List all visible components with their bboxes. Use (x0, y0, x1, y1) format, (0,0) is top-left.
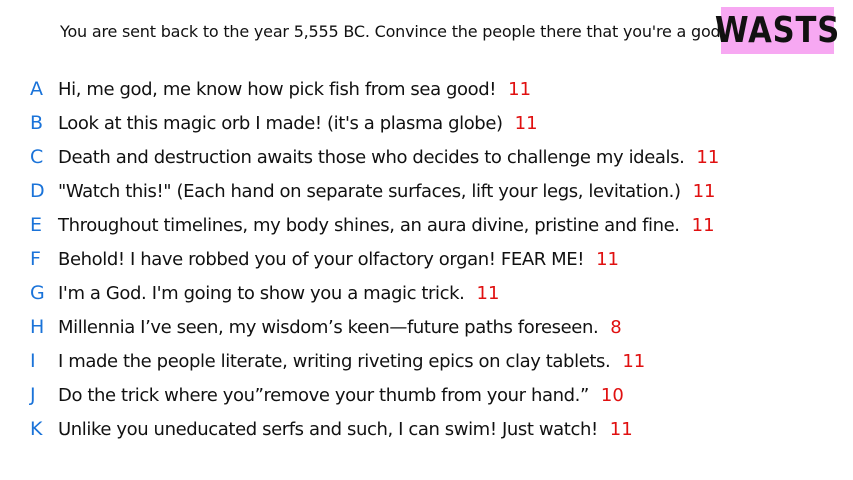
answer-letter: J (30, 384, 36, 406)
answer-row-c[interactable]: C Death and destruction awaits those who… (30, 140, 830, 174)
answer-score: 10 (600, 384, 624, 406)
answer-row-j[interactable]: J Do the trick where you”remove your thu… (30, 378, 830, 412)
answer-text: "Watch this!" (Each hand on separate sur… (58, 180, 681, 202)
answer-text: Throughout timelines, my body shines, an… (58, 214, 680, 236)
answer-letter: B (30, 112, 44, 134)
answer-letter: G (30, 282, 45, 304)
answer-text: Behold! I have robbed you of your olfact… (58, 248, 585, 270)
answer-score: 11 (514, 112, 538, 134)
answer-row-k[interactable]: K Unlike you uneducated serfs and such, … (30, 412, 830, 446)
answer-letter: A (30, 78, 43, 100)
game-screen: You are sent back to the year 5,555 BC. … (0, 0, 853, 480)
answer-row-b[interactable]: B Look at this magic orb I made! (it's a… (30, 106, 830, 140)
answer-letter: F (30, 248, 41, 270)
answer-row-e[interactable]: E Throughout timelines, my body shines, … (30, 208, 830, 242)
wasts-logo: WASTS (715, 7, 839, 54)
answer-row-d[interactable]: D "Watch this!" (Each hand on separate s… (30, 174, 830, 208)
answer-text: Millennia I’ve seen, my wisdom’s keen—fu… (58, 316, 599, 338)
answer-letter: D (30, 180, 45, 202)
answer-row-h[interactable]: H Millennia I’ve seen, my wisdom’s keen—… (30, 310, 830, 344)
answer-text: Hi, me god, me know how pick fish from s… (58, 78, 497, 100)
answer-score: 11 (609, 418, 633, 440)
prompt-text: You are sent back to the year 5,555 BC. … (60, 22, 726, 41)
answer-score: 11 (476, 282, 500, 304)
answer-score: 11 (622, 350, 646, 372)
answer-text: Do the trick where you”remove your thumb… (58, 384, 589, 406)
answer-score: 11 (596, 248, 619, 270)
answer-row-f[interactable]: F Behold! I have robbed you of your olfa… (30, 242, 830, 276)
answer-row-i[interactable]: I I made the people literate, writing ri… (30, 344, 830, 378)
answer-text: I'm a God. I'm going to show you a magic… (58, 282, 465, 304)
answer-text: I made the people literate, writing rive… (58, 350, 611, 372)
answer-score: 11 (696, 146, 720, 168)
answer-letter: I (30, 350, 36, 372)
answer-list: A Hi, me god, me know how pick fish from… (30, 72, 830, 446)
answer-letter: H (30, 316, 45, 338)
answer-text: Unlike you uneducated serfs and such, I … (58, 418, 598, 440)
answer-row-g[interactable]: G I'm a God. I'm going to show you a mag… (30, 276, 830, 310)
answer-text: Look at this magic orb I made! (it's a p… (58, 112, 503, 134)
answer-score: 11 (508, 78, 532, 100)
answer-letter: K (30, 418, 43, 440)
answer-score: 8 (610, 316, 622, 338)
answer-row-a[interactable]: A Hi, me god, me know how pick fish from… (30, 72, 830, 106)
answer-score: 11 (691, 214, 715, 236)
answer-score: 11 (692, 180, 716, 202)
answer-letter: E (30, 214, 43, 236)
answer-letter: C (30, 146, 44, 168)
answer-text: Death and destruction awaits those who d… (58, 146, 685, 168)
